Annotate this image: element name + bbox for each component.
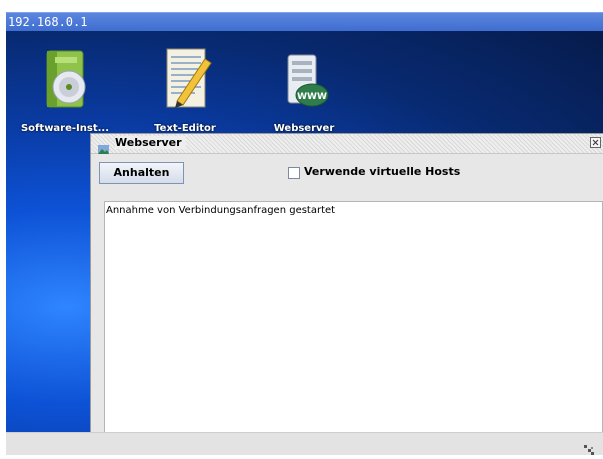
software-installer-icon [35, 45, 95, 117]
desktop-icon-text-editor[interactable]: Text-Editor [130, 45, 240, 134]
window-title: Webserver [115, 136, 186, 149]
webserver-window-icon [98, 139, 109, 154]
stop-button[interactable]: Anhalten [99, 162, 184, 184]
webserver-icon: WWW [274, 45, 334, 117]
resize-grip-icon[interactable] [584, 440, 594, 455]
desktop-icon-webserver[interactable]: WWW Webserver [249, 45, 359, 134]
log-textarea[interactable]: Annahme von Verbindungsanfragen gestarte… [104, 201, 603, 433]
desktop-icon-software-installer[interactable]: Software-Inst... [10, 45, 120, 134]
log-line: Annahme von Verbindungsanfragen gestarte… [106, 205, 336, 216]
svg-text:WWW: WWW [297, 92, 327, 102]
text-editor-icon [155, 45, 215, 117]
webserver-window: Webserver Anhalten Verwende virtuelle Ho… [90, 133, 603, 455]
close-icon[interactable] [590, 137, 601, 148]
virtual-hosts-label[interactable]: Verwende virtuelle Hosts [304, 165, 460, 178]
address-bar: 192.168.0.1 [6, 12, 603, 31]
status-bar [6, 432, 603, 455]
virtual-hosts-checkbox[interactable] [288, 167, 300, 179]
window-titlebar[interactable]: Webserver [91, 134, 603, 154]
